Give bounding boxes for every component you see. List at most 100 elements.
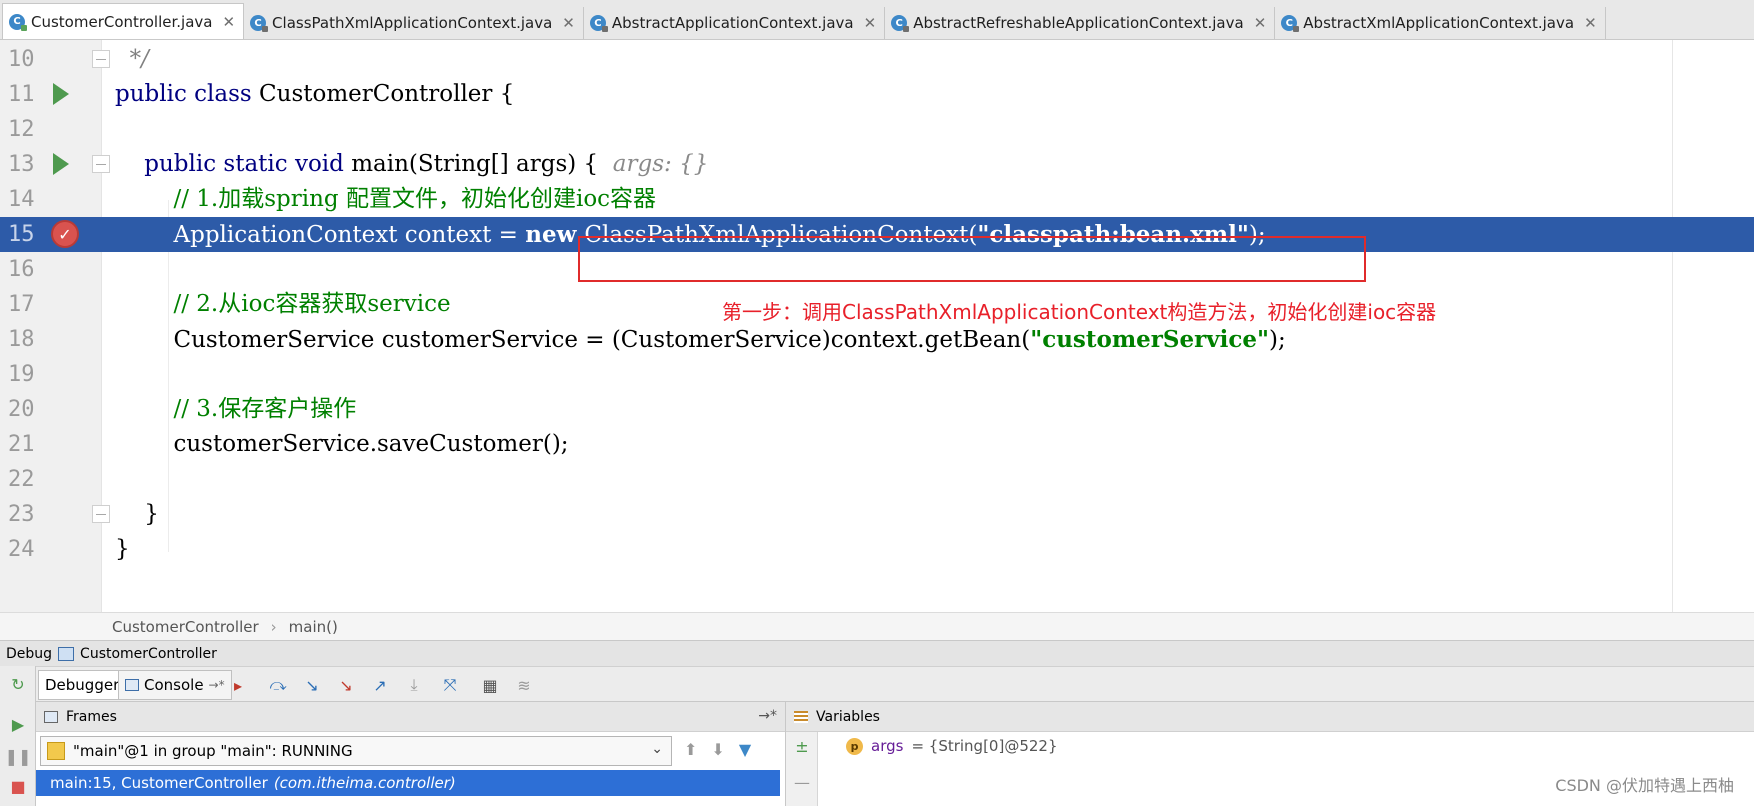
- code-text[interactable]: */: [115, 42, 149, 77]
- frames-panel: Frames →* "main"@1 in group "main": RUNN…: [36, 702, 786, 806]
- class-icon: C: [1281, 15, 1300, 32]
- line-number[interactable]: 12: [8, 112, 38, 147]
- code-line[interactable]: 18 CustomerService customerService = (Cu…: [0, 322, 1754, 357]
- fold-marker-icon[interactable]: [92, 505, 110, 523]
- tab-abstract-application-context[interactable]: C AbstractApplicationContext.java ✕: [583, 7, 886, 39]
- resume-icon[interactable]: ▶: [8, 714, 28, 734]
- breadcrumb: CustomerController › main(): [0, 612, 1754, 640]
- watermark: CSDN @伏加特遇上西柚: [1555, 776, 1734, 795]
- code-line[interactable]: 23 }: [0, 497, 1754, 532]
- code-line[interactable]: 14 // 1.加载spring 配置文件，初始化创建ioc容器: [0, 182, 1754, 217]
- line-number[interactable]: 22: [8, 462, 38, 497]
- line-number[interactable]: 15: [8, 217, 38, 252]
- remove-watch-icon[interactable]: —: [792, 772, 812, 792]
- code-text[interactable]: public static void main(String[] args) {…: [115, 147, 708, 182]
- debug-tool-window-header: Debug CustomerController: [0, 640, 1754, 666]
- line-number[interactable]: 14: [8, 182, 38, 217]
- line-number[interactable]: 23: [8, 497, 38, 532]
- line-number[interactable]: 10: [8, 42, 38, 77]
- step-out-icon[interactable]: ↗: [370, 675, 390, 695]
- code-line[interactable]: 12: [0, 112, 1754, 147]
- new-watch-icon[interactable]: ±: [792, 736, 812, 756]
- run-gutter-icon[interactable]: [53, 153, 69, 175]
- breadcrumb-separator: ›: [270, 617, 277, 636]
- line-number[interactable]: 11: [8, 77, 38, 112]
- annotation-text: 第一步：调用ClassPathXmlApplicationContext构造方法…: [722, 300, 1437, 324]
- frame-tools: ⬆ ⬇ ▼: [684, 740, 751, 759]
- line-number[interactable]: 17: [8, 287, 38, 322]
- tab-abstract-refreshable-application-context[interactable]: C AbstractRefreshableApplicationContext.…: [885, 7, 1276, 39]
- console-icon: [125, 679, 139, 691]
- evaluate-expression-icon[interactable]: ▦: [480, 675, 500, 695]
- line-number[interactable]: 18: [8, 322, 38, 357]
- tab-abstract-xml-application-context[interactable]: C AbstractXmlApplicationContext.java ✕: [1275, 7, 1606, 39]
- tab-console-label: Console: [144, 676, 204, 694]
- frame-package: (com.itheima.controller): [273, 774, 456, 792]
- line-number[interactable]: 20: [8, 392, 38, 427]
- code-text[interactable]: }: [115, 497, 159, 532]
- rerun-icon[interactable]: ↻: [8, 674, 28, 694]
- code-text[interactable]: public class CustomerController {: [115, 77, 514, 112]
- code-line[interactable]: 24}: [0, 532, 1754, 567]
- code-text[interactable]: }: [115, 532, 130, 567]
- filter-icon[interactable]: ▼: [739, 740, 751, 759]
- debug-label: Debug: [6, 645, 53, 662]
- code-line[interactable]: 11 public class CustomerController {: [0, 77, 1754, 112]
- tab-customer-controller[interactable]: C CustomerController.java ✕: [2, 3, 245, 39]
- tab-console[interactable]: Console →*: [118, 670, 232, 700]
- close-icon[interactable]: ✕: [1254, 14, 1267, 32]
- class-icon: C: [250, 15, 269, 32]
- close-icon[interactable]: ✕: [1584, 14, 1597, 32]
- arrow-up-icon[interactable]: ⬆: [684, 740, 697, 759]
- pause-icon[interactable]: ❚❚: [5, 746, 32, 766]
- run-to-cursor-icon[interactable]: ⤧: [440, 675, 460, 695]
- variable-row[interactable]: p args = {String[0]@522}: [846, 734, 1058, 758]
- tab-classpath-xml-application-context[interactable]: C ClassPathXmlApplicationContext.java ✕: [244, 7, 584, 39]
- frame-row[interactable]: main:15, CustomerController (com.itheima…: [36, 770, 780, 796]
- drop-frame-icon[interactable]: ⤓: [404, 675, 424, 695]
- run-config-name[interactable]: CustomerController: [80, 646, 217, 662]
- code-text[interactable]: // 2.从ioc容器获取service: [115, 287, 450, 322]
- code-line[interactable]: 19: [0, 357, 1754, 392]
- trace-icon[interactable]: ≋: [514, 675, 534, 695]
- force-step-into-icon[interactable]: ↘: [336, 675, 356, 695]
- tab-label: ClassPathXmlApplicationContext.java: [272, 14, 553, 32]
- line-number[interactable]: 24: [8, 532, 38, 567]
- variables-icon: [794, 710, 808, 723]
- show-execution-point-icon[interactable]: ▸: [228, 675, 248, 695]
- thread-selector[interactable]: "main"@1 in group "main": RUNNING ⌄: [40, 736, 672, 766]
- pin-icon[interactable]: →*: [758, 708, 777, 724]
- code-line[interactable]: 20 // 3.保存客户操作: [0, 392, 1754, 427]
- step-into-icon[interactable]: ↘: [302, 675, 322, 695]
- code-text[interactable]: // 1.加载spring 配置文件，初始化创建ioc容器: [115, 182, 656, 217]
- editor-tab-bar: C CustomerController.java ✕ C ClassPathX…: [0, 0, 1754, 40]
- code-editor[interactable]: 10 */11 public class CustomerController {…: [0, 40, 1754, 612]
- close-icon[interactable]: ✕: [562, 14, 575, 32]
- code-line[interactable]: 10 */: [0, 42, 1754, 77]
- code-text[interactable]: CustomerService customerService = (Custo…: [115, 322, 1285, 357]
- run-gutter-icon[interactable]: [53, 83, 69, 105]
- stop-icon[interactable]: ■: [8, 776, 28, 796]
- line-number[interactable]: 13: [8, 147, 38, 182]
- tab-debugger[interactable]: Debugger: [38, 670, 127, 700]
- close-icon[interactable]: ✕: [222, 13, 235, 31]
- breadcrumb-class[interactable]: CustomerController: [112, 618, 259, 636]
- code-text[interactable]: customerService.saveCustomer();: [115, 427, 568, 462]
- variable-name: args: [871, 737, 904, 755]
- close-icon[interactable]: ✕: [864, 14, 877, 32]
- code-line[interactable]: 13 public static void main(String[] args…: [0, 147, 1754, 182]
- tab-debugger-label: Debugger: [45, 676, 120, 694]
- step-over-icon[interactable]: ⤼: [268, 675, 288, 695]
- code-line[interactable]: 22: [0, 462, 1754, 497]
- code-line[interactable]: 21 customerService.saveCustomer();: [0, 427, 1754, 462]
- line-number[interactable]: 16: [8, 252, 38, 287]
- breakpoint-icon[interactable]: ✓: [51, 220, 79, 248]
- fold-marker-icon[interactable]: [92, 50, 110, 68]
- fold-marker-icon[interactable]: [92, 155, 110, 173]
- line-number[interactable]: 19: [8, 357, 38, 392]
- code-text[interactable]: // 3.保存客户操作: [115, 392, 356, 427]
- line-number[interactable]: 21: [8, 427, 38, 462]
- breadcrumb-method[interactable]: main(): [289, 618, 338, 636]
- variables-title-bar: Variables: [786, 702, 1754, 732]
- arrow-down-icon[interactable]: ⬇: [711, 740, 724, 759]
